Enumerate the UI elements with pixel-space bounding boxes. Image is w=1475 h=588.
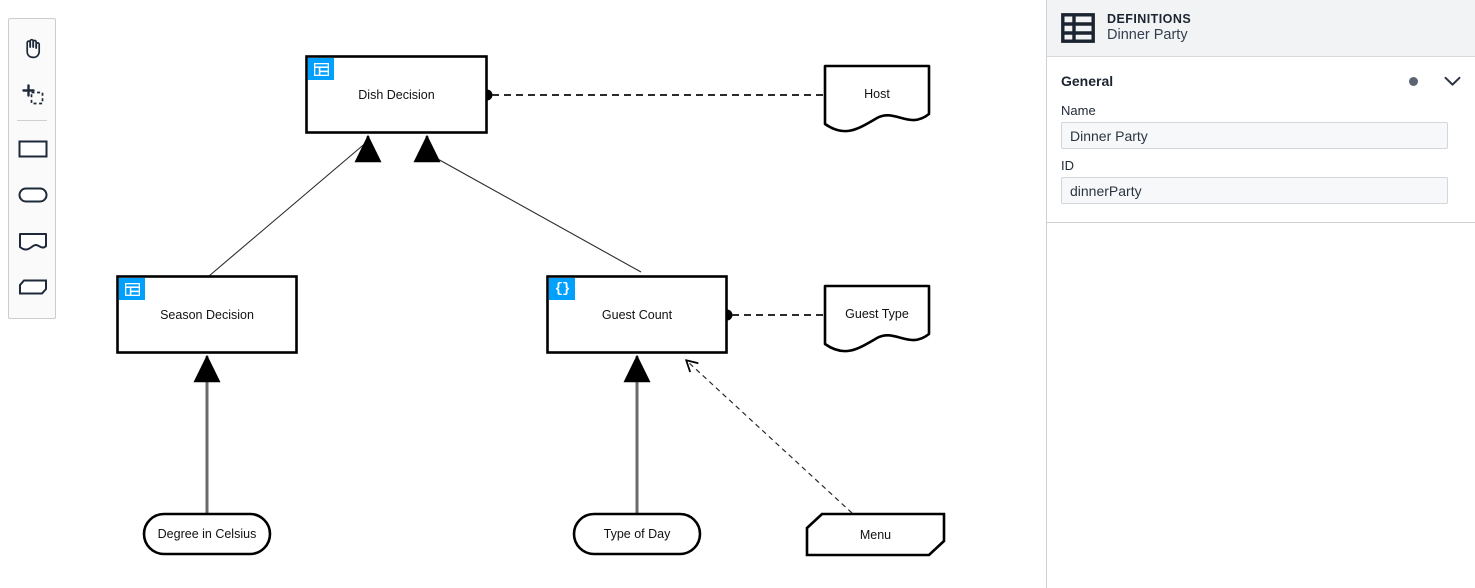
general-section: General Name ID <box>1047 61 1475 204</box>
decision-table-badge-season-decision[interactable] <box>119 278 145 300</box>
edge-authority-requirement[interactable] <box>721 309 825 321</box>
drd-diagram <box>116 55 946 557</box>
edge-information-requirement[interactable] <box>208 134 382 277</box>
panel-section-divider <box>1047 222 1475 223</box>
create-knowledge-source-tool[interactable] <box>9 218 57 264</box>
id-field-block: ID <box>1061 158 1461 204</box>
edge-authority-requirement[interactable] <box>481 89 825 101</box>
id-field[interactable] <box>1061 177 1448 204</box>
id-field-label: ID <box>1061 158 1074 173</box>
curly-braces-icon: {} <box>554 281 571 297</box>
tool-palette <box>8 18 56 319</box>
create-decision-tool[interactable] <box>9 126 57 172</box>
lasso-tool[interactable] <box>9 71 57 117</box>
literal-expression-badge-guest-count[interactable]: {} <box>549 278 575 300</box>
chevron-down-icon <box>1444 76 1461 86</box>
lasso-icon <box>22 84 44 105</box>
properties-panel: DEFINITIONS Dinner Party General Name ID <box>1046 0 1475 588</box>
palette-divider <box>17 120 47 121</box>
panel-kind-label: DEFINITIONS <box>1107 11 1192 26</box>
general-section-title: General <box>1061 73 1114 89</box>
dmn-editor: {} Dish Decision Season Decision Guest C… <box>0 0 1475 588</box>
decision-rectangle-icon <box>18 140 48 158</box>
general-section-header[interactable]: General <box>1061 61 1461 101</box>
name-field-block: Name <box>1061 103 1461 149</box>
node-menu <box>805 512 946 557</box>
edge-information-requirement[interactable] <box>413 134 642 273</box>
edge-layer <box>193 89 853 514</box>
definitions-table-icon <box>1061 13 1095 43</box>
business-knowledge-model-icon <box>19 279 47 295</box>
section-status-dot[interactable] <box>1409 76 1418 86</box>
knowledge-source-icon <box>19 233 47 251</box>
diagram-canvas[interactable]: {} Dish Decision Season Decision Guest C… <box>0 0 1046 588</box>
node-layer <box>116 55 946 557</box>
collapse-toggle[interactable] <box>1444 76 1461 87</box>
decision-table-icon <box>313 62 329 76</box>
edge-knowledge-requirement[interactable] <box>687 361 853 514</box>
node-degree-in-celsius <box>142 512 272 556</box>
hand-icon <box>26 38 41 59</box>
create-business-knowledge-model-tool[interactable] <box>9 264 57 310</box>
name-field-label: Name <box>1061 103 1096 118</box>
decision-table-badge-dish-decision[interactable] <box>308 58 334 80</box>
panel-header: DEFINITIONS Dinner Party <box>1047 0 1475 57</box>
name-field[interactable] <box>1061 122 1448 149</box>
input-data-oval-icon <box>18 187 48 203</box>
node-type-of-day <box>572 512 702 556</box>
node-guest-type <box>823 284 931 353</box>
hand-tool[interactable] <box>9 25 57 71</box>
decision-table-icon <box>124 282 140 296</box>
create-input-data-tool[interactable] <box>9 172 57 218</box>
panel-element-name: Dinner Party <box>1107 27 1188 44</box>
node-host <box>823 64 931 133</box>
